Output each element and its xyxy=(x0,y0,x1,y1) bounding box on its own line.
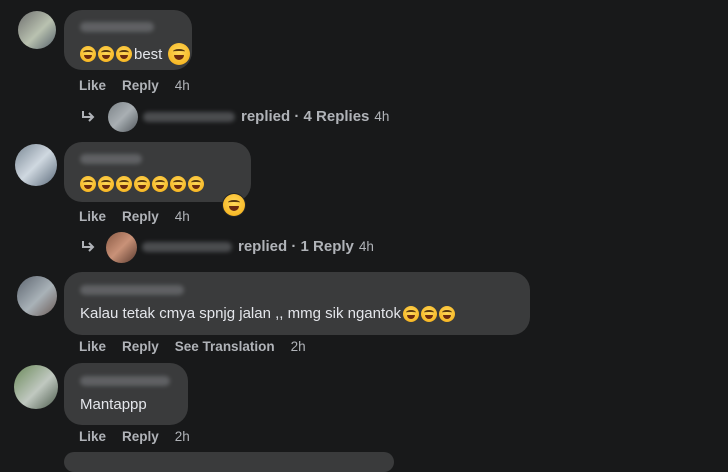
comment-bubble xyxy=(64,452,394,472)
author-name[interactable] xyxy=(80,22,154,32)
avatar[interactable] xyxy=(14,365,58,409)
comment-actions: Like Reply 4h xyxy=(79,78,206,93)
comment-text xyxy=(80,176,206,192)
comment-actions: Like Reply See Translation 2h xyxy=(79,339,322,354)
rolling-laughing-emoji xyxy=(80,176,96,192)
author-name[interactable] xyxy=(80,376,170,386)
comment-text: Mantappp xyxy=(80,396,147,413)
comment-bubble xyxy=(64,363,188,425)
reply-arrow-icon xyxy=(82,241,95,252)
timestamp[interactable]: 4h xyxy=(175,209,190,224)
avatar[interactable] xyxy=(108,102,138,132)
see-translation-button[interactable]: See Translation xyxy=(175,339,275,354)
avatar[interactable] xyxy=(15,144,57,186)
comment-bubble xyxy=(64,142,251,202)
reply-button[interactable]: Reply xyxy=(122,339,159,354)
rolling-laughing-emoji xyxy=(188,176,204,192)
comment-text: best xyxy=(80,43,192,65)
rolling-laughing-emoji xyxy=(421,305,437,322)
laughing-face-icon xyxy=(168,43,191,65)
like-button[interactable]: Like xyxy=(79,429,106,444)
reply-button[interactable]: Reply xyxy=(122,209,159,224)
timestamp[interactable]: 4h xyxy=(175,78,190,93)
replier-name xyxy=(142,241,232,252)
like-button[interactable]: Like xyxy=(79,78,106,93)
timestamp[interactable]: 2h xyxy=(175,429,190,444)
comment-bubble xyxy=(64,272,530,335)
rolling-laughing-emoji xyxy=(98,176,114,192)
reply-button[interactable]: Reply xyxy=(122,78,159,93)
rolling-laughing-emoji xyxy=(134,176,150,192)
timestamp[interactable]: 2h xyxy=(291,339,306,354)
rolling-laughing-emoji xyxy=(170,176,186,192)
rolling-laughing-emoji xyxy=(116,176,132,192)
view-replies-link[interactable]: replied · 4 Replies 4h xyxy=(143,108,389,125)
laughing-face-icon xyxy=(223,194,245,216)
grinning-emoji xyxy=(98,46,114,62)
grinning-emoji xyxy=(80,46,96,62)
like-button[interactable]: Like xyxy=(79,339,106,354)
rolling-laughing-emoji xyxy=(152,176,168,192)
comment-actions: Like Reply 4h xyxy=(79,209,206,224)
reply-button[interactable]: Reply xyxy=(122,429,159,444)
avatar[interactable] xyxy=(106,232,137,263)
rolling-laughing-emoji xyxy=(439,305,455,322)
author-name[interactable] xyxy=(80,285,184,295)
view-replies-link[interactable]: replied · 1 Reply 4h xyxy=(142,238,374,255)
author-name[interactable] xyxy=(80,154,142,164)
reply-arrow-icon xyxy=(82,111,95,122)
avatar[interactable] xyxy=(18,11,56,49)
like-button[interactable]: Like xyxy=(79,209,106,224)
rolling-laughing-emoji xyxy=(403,305,419,322)
avatar[interactable] xyxy=(17,276,57,316)
comment-text: Kalau tetak cmya spnjg jalan ,, mmg sik … xyxy=(80,305,457,322)
comment-actions: Like Reply 2h xyxy=(79,429,206,444)
grinning-emoji xyxy=(116,46,132,62)
reaction-badge[interactable] xyxy=(222,193,246,217)
replier-name xyxy=(143,111,235,122)
